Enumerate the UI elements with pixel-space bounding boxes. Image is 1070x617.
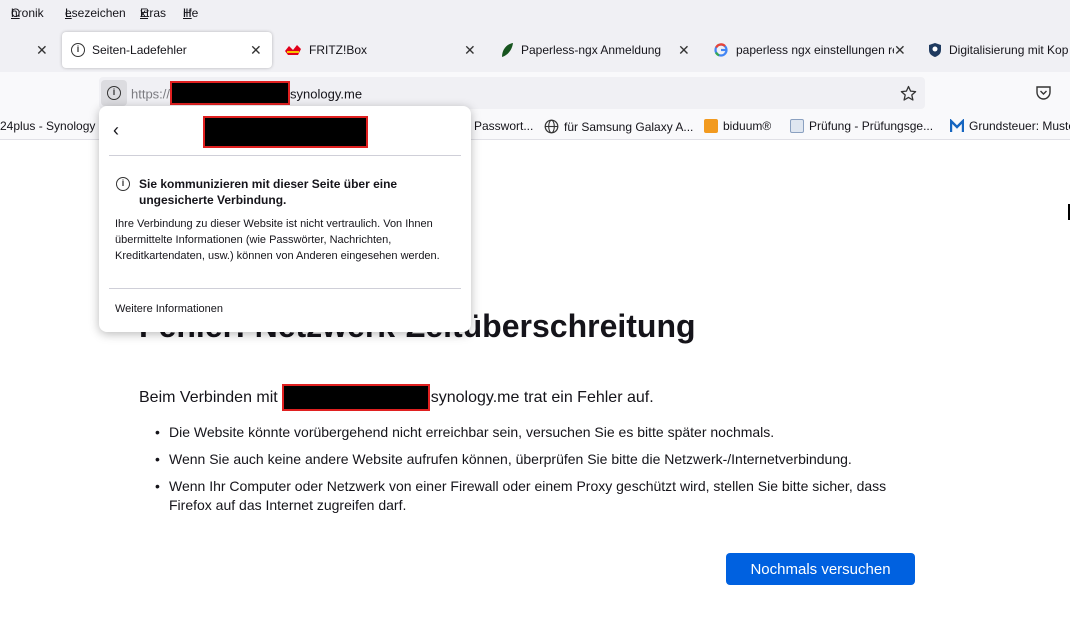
bookmark-label: Prüfung - Prüfungsge... [809, 119, 934, 133]
back-arrow-icon[interactable]: ‹ [113, 120, 119, 141]
panel-body: Ihre Verbindung zu dieser Website ist ni… [115, 218, 440, 262]
divider [109, 288, 461, 289]
panel-heading: Sie kommunizieren mit dieser Seite über … [139, 177, 398, 207]
url-bar[interactable]: i https:// synology.me [99, 77, 925, 109]
divider [109, 155, 461, 156]
list-item: Wenn Sie auch keine andere Website aufru… [155, 450, 915, 469]
error-subtitle: Beim Verbinden mit synology.me trat ein … [139, 384, 654, 411]
bookmark-pruefung[interactable]: Prüfung - Prüfungsge... [790, 119, 933, 133]
close-icon[interactable]: ✕ [36, 42, 48, 59]
tab-label: Seiten-Ladefehler [92, 43, 187, 57]
bookmark-label: 24plus - Synology ... [0, 119, 109, 133]
more-information-link[interactable]: Weitere Informationen [115, 303, 223, 315]
m-logo-icon [950, 119, 964, 132]
pocket-icon[interactable] [1035, 84, 1052, 101]
tab-strip: ✕ i Seiten-Ladefehler ✕ FRITZ!Box ✕ Pape… [0, 22, 1070, 72]
close-icon[interactable]: ✕ [250, 42, 262, 59]
bookmark-samsung[interactable]: für Samsung Galaxy A... [544, 119, 693, 134]
list-item: Die Website könnte vorübergehend nicht e… [155, 423, 915, 442]
bookmark-label: für Samsung Galaxy A... [564, 119, 694, 134]
list-item: Wenn Ihr Computer oder Netzwerk von eine… [155, 477, 915, 515]
tab-paperless-anmeldung[interactable]: Paperless-ngx Anmeldung ✕ [500, 32, 696, 68]
shield-icon [929, 43, 941, 57]
menu-bar: Chronik Lesezeichen Extras Hilfe [0, 0, 1070, 22]
document-icon [790, 119, 804, 133]
bookmark-biduum[interactable]: biduum® [704, 119, 771, 133]
tab-label: Digitalisierung mit Kop [949, 43, 1069, 57]
bookmark-label: biduum® [723, 119, 772, 133]
redacted-panel-title [203, 116, 368, 148]
url-scheme: https:// [131, 86, 171, 102]
tab-fritzbox[interactable]: FRITZ!Box ✕ [284, 32, 484, 68]
tab-paperless-einstellungen[interactable]: paperless ngx einstellungen re ✕ [714, 32, 910, 68]
site-info-panel: ‹ i Sie kommunizieren mit dieser Seite ü… [99, 106, 471, 332]
bookmark-label: Grundsteuer: Muste [969, 119, 1070, 133]
info-icon: i [71, 43, 85, 57]
info-icon: i [107, 86, 121, 100]
tab-close-button[interactable]: ✕ [30, 32, 54, 68]
site-info-button[interactable]: i [101, 80, 127, 106]
globe-icon [544, 119, 559, 134]
tab-label: paperless ngx einstellungen re [736, 43, 894, 57]
tab-seiten-ladefehler[interactable]: i Seiten-Ladefehler ✕ [62, 32, 272, 68]
fritzbox-icon [285, 45, 301, 55]
url-host: synology.me [290, 86, 363, 102]
error-suggestions: Die Website könnte vorübergehend nicht e… [155, 423, 915, 523]
redacted-hostname [170, 81, 291, 105]
bookmark-label: Passwort... [474, 119, 534, 133]
bookmark-star-icon[interactable] [900, 85, 917, 102]
biduum-icon [704, 119, 718, 133]
tab-label: FRITZ!Box [309, 43, 368, 57]
close-icon[interactable]: ✕ [678, 42, 690, 59]
google-icon [714, 43, 728, 57]
bookmark-grundsteuer[interactable]: Grundsteuer: Muste [950, 119, 1070, 133]
redacted-hostname [281, 384, 430, 411]
retry-button[interactable]: Nochmals versuchen [726, 553, 915, 585]
close-icon[interactable]: ✕ [894, 42, 906, 59]
tab-label: Paperless-ngx Anmeldung [521, 43, 662, 57]
bookmark-passwort[interactable]: Passwort... [474, 119, 533, 133]
url-text[interactable]: https:// synology.me [131, 81, 363, 105]
tab-digitalisierung[interactable]: Digitalisierung mit Kop [928, 32, 1070, 68]
paperless-leaf-icon [502, 43, 513, 57]
close-icon[interactable]: ✕ [464, 42, 476, 59]
info-icon: i [116, 177, 130, 191]
bookmark-synology[interactable]: 24plus - Synology ... [0, 119, 109, 133]
